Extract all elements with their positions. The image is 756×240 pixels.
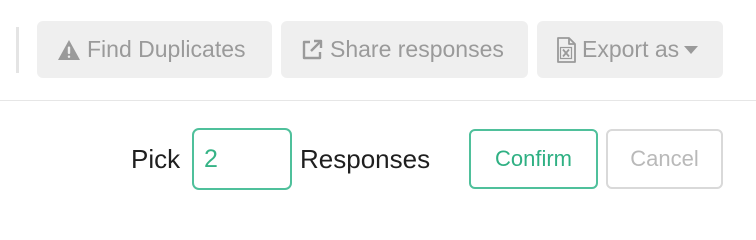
responses-label: Responses <box>300 144 431 174</box>
pick-count-input[interactable] <box>192 128 292 190</box>
export-as-button[interactable]: Export as <box>537 21 723 78</box>
external-link-icon <box>300 38 324 62</box>
find-duplicates-button[interactable]: Find Duplicates <box>37 21 272 78</box>
pick-label: Pick <box>131 144 181 174</box>
cancel-button[interactable]: Cancel <box>606 129 723 189</box>
caret-down-icon <box>683 45 699 55</box>
toolbar: Find Duplicates Share responses Export a… <box>0 0 756 101</box>
toolbar-divider <box>16 27 19 73</box>
excel-file-icon <box>556 36 576 63</box>
warning-triangle-icon <box>57 39 81 61</box>
find-duplicates-label: Find Duplicates <box>87 36 246 62</box>
share-responses-label: Share responses <box>330 36 504 62</box>
share-responses-button[interactable]: Share responses <box>281 21 528 78</box>
confirm-button[interactable]: Confirm <box>469 129 598 189</box>
export-as-label: Export as <box>582 36 680 62</box>
